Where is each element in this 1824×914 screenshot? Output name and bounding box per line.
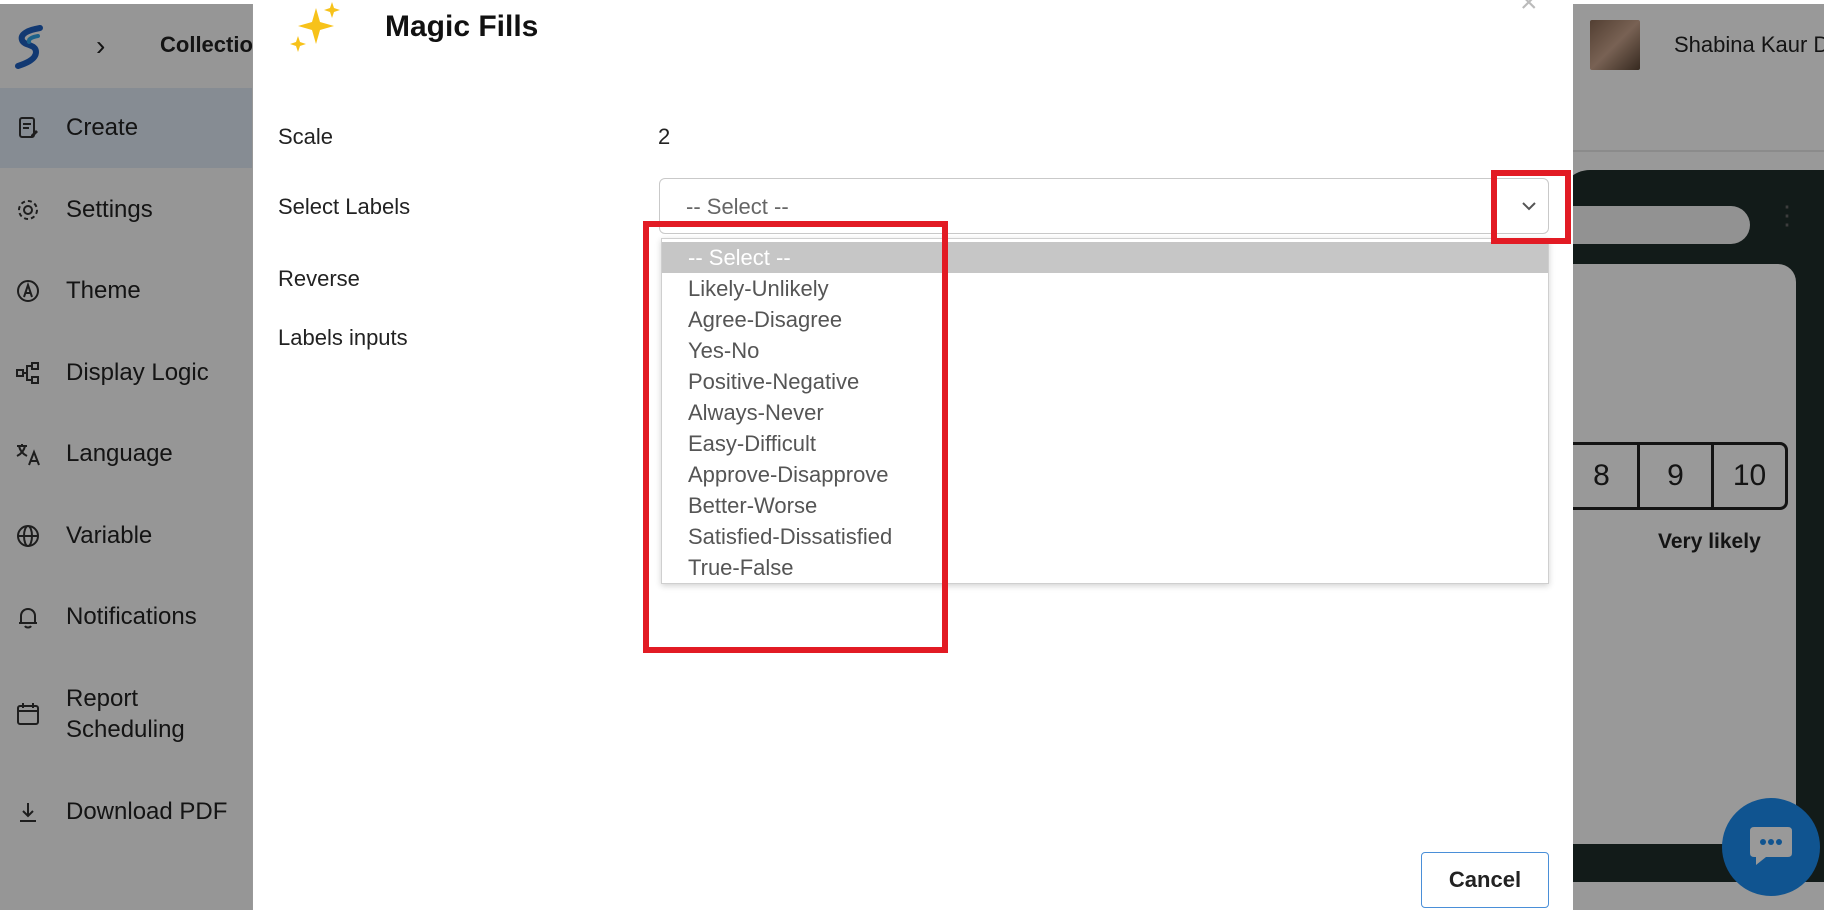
dialog-title: Magic Fills (385, 10, 539, 43)
labels-inputs-label: Labels inputs (278, 325, 408, 350)
reverse-label: Reverse (278, 266, 360, 291)
cancel-button[interactable]: Cancel (1421, 852, 1549, 908)
close-icon[interactable]: × (1520, 0, 1538, 20)
select-labels-label: Select Labels (278, 194, 411, 219)
scale-value: 2 (658, 124, 671, 149)
highlight-box-options (643, 221, 948, 653)
select-current-value: -- Select -- (686, 194, 789, 219)
highlight-box-chevron (1491, 170, 1571, 244)
scale-label: Scale (278, 124, 334, 149)
sparkle-icon (290, 2, 340, 52)
